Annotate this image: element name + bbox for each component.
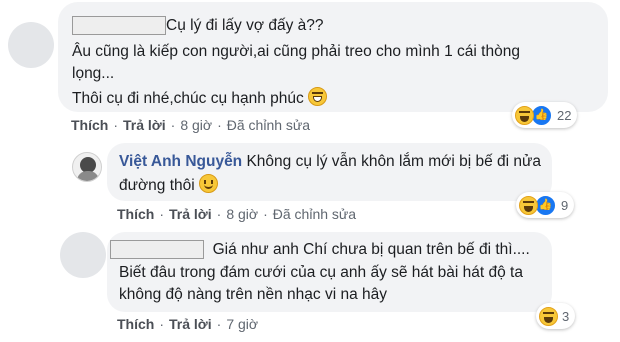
haha-icon [515,105,534,125]
comment-1-line-3: lọng... [72,65,115,82]
comment-2-line-2: đường thôi [119,174,219,197]
comment-1-avatar[interactable] [8,22,54,68]
haha-icon [519,195,538,215]
reply-link[interactable]: Trả lời [169,206,212,222]
haha-icon [539,306,558,326]
comment-3-line-2: Biết đâu trong đám cưới của cụ anh ấy sẽ… [119,264,523,281]
edited-label[interactable]: Đã chỉnh sửa [227,117,310,133]
comment-1-line-1: Cụ lý đi lấy vợ đấy à?? [72,15,324,37]
timestamp[interactable]: 7 giờ [226,316,258,332]
reaction-count: 3 [562,308,570,324]
comment-3-reactions[interactable]: 3 [536,303,576,329]
like-link[interactable]: Thích [117,316,154,332]
comment-3-actions: Thích · Trả lời · 7 giờ [117,316,259,332]
reply-link[interactable]: Trả lời [169,316,212,332]
like-link[interactable]: Thích [71,117,108,133]
smile-emoji-icon [199,174,219,193]
comment-3-avatar[interactable] [60,232,106,278]
comment-1-reactions[interactable]: 👍 22 [512,102,578,128]
redacted-author-name [72,16,166,36]
comment-2-avatar[interactable] [72,152,102,182]
comment-3-line-3: không độ nàng trên nền nhạc vi na hây [119,286,388,303]
comment-3-line-1: Giá như anh Chí chưa bị quan trên bế đi … [110,239,530,261]
comment-2-reactions[interactable]: 👍 9 [516,192,575,218]
comment-author-name[interactable]: Việt Anh Nguyễn [119,153,242,170]
reaction-count: 9 [561,197,569,213]
comment-2-line-1: Việt Anh Nguyễn Không cụ lý vẫn khôn lắm… [119,153,541,170]
reaction-count: 22 [557,107,572,123]
redacted-author-name [110,240,204,260]
comment-2-actions: Thích · Trả lời · 8 giờ · Đã chỉnh sửa [117,206,357,222]
timestamp[interactable]: 8 giờ [180,117,212,133]
edited-label[interactable]: Đã chỉnh sửa [273,206,356,222]
timestamp[interactable]: 8 giờ [226,206,258,222]
like-link[interactable]: Thích [117,206,154,222]
comment-1-line-4: Thôi cụ đi nhé,chúc cụ hạnh phúc [72,87,328,110]
laughing-emoji-icon [308,87,328,106]
comment-1-line-2: Âu cũng là kiếp con người,ai cũng phải t… [72,43,520,60]
reply-link[interactable]: Trả lời [123,117,166,133]
comment-1-actions: Thích · Trả lời · 8 giờ · Đã chỉnh sửa [71,117,311,133]
